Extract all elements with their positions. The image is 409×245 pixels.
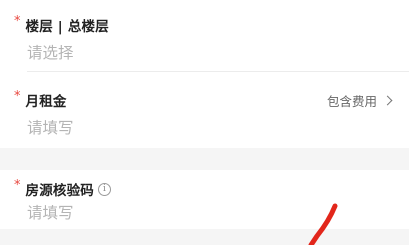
required-mark: * <box>14 89 21 104</box>
section-gap <box>0 148 409 170</box>
include-fees-link[interactable]: 包含费用 <box>326 90 393 110</box>
section-gap-bottom <box>0 229 409 245</box>
verification-code-label: 房源核验码 <box>25 183 94 199</box>
rental-form: * 楼层 | 总楼层 请选择 * 月租金 包含费用 请填写 * 房源核验码 i … <box>0 0 409 245</box>
annotation-stroke <box>308 203 338 245</box>
monthly-rent-input[interactable]: 请填写 <box>27 116 74 138</box>
chevron-right-icon <box>382 95 393 105</box>
verification-code-field: * 房源核验码 i 请填写 <box>0 170 409 228</box>
include-fees-label: 包含费用 <box>326 93 377 109</box>
info-icon[interactable]: i <box>98 182 111 196</box>
floor-label-row: * 楼层 | 总楼层 <box>14 14 109 36</box>
monthly-rent-label-row: * 月租金 <box>14 89 67 111</box>
required-mark: * <box>14 14 21 29</box>
monthly-rent-label: 月租金 <box>25 94 67 110</box>
verification-code-label-row: * 房源核验码 i <box>14 179 111 199</box>
floor-select[interactable]: 请选择 <box>27 41 74 63</box>
floor-label: 楼层 | 总楼层 <box>25 19 109 35</box>
monthly-rent-field: * 月租金 包含费用 请填写 <box>0 72 409 148</box>
floor-field[interactable]: * 楼层 | 总楼层 请选择 <box>0 0 409 72</box>
red-arrow-annotation <box>308 203 338 245</box>
verification-code-input[interactable]: 请填写 <box>27 201 74 223</box>
required-mark: * <box>14 178 21 193</box>
